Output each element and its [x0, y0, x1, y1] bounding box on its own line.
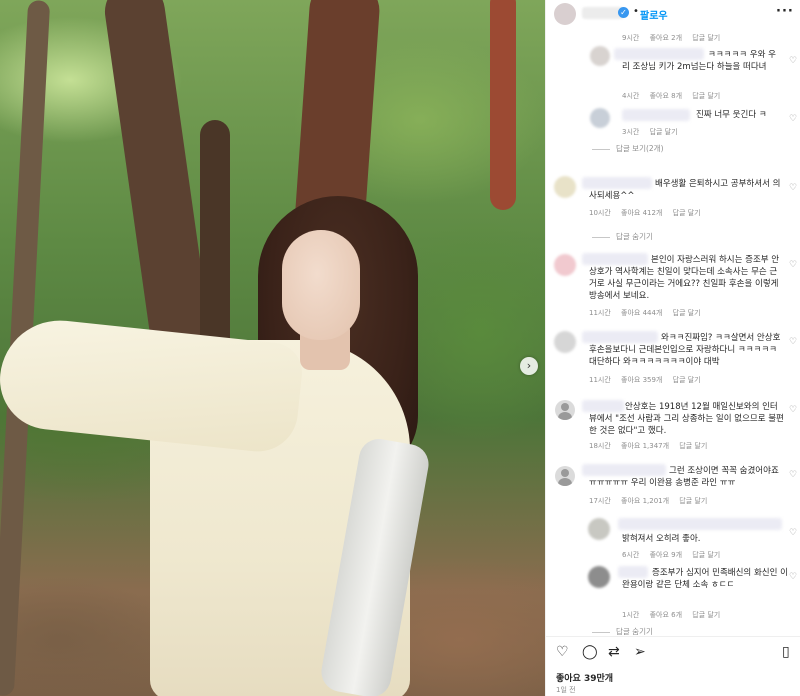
comment-meta: 17시간 좋아요 1,201개 답글 달기 — [589, 496, 715, 506]
comment-likes[interactable]: 좋아요 1,347개 — [621, 442, 669, 450]
reply-button[interactable]: 답글 달기 — [679, 442, 707, 450]
comment-icon[interactable]: ◯ — [582, 644, 598, 660]
comment-time: 11시간 — [589, 309, 611, 317]
verified-badge-icon: ✓ — [618, 7, 629, 18]
comment-text: 그런 조상이면 꼭꼭 숨겼어야죠 ㅠㅠㅠㅠㅠ 우리 이완용 송병준 라인 ㅠㅠ — [589, 466, 779, 488]
commenter-avatar[interactable] — [588, 518, 610, 540]
comment-meta: 6시간 좋아요 9개 답글 달기 — [622, 550, 728, 560]
face — [282, 230, 360, 340]
post-header: ✓ • 팔로우 ··· — [546, 0, 800, 28]
comment-meta: 9시간 좋아요 2개 답글 달기 — [622, 33, 728, 43]
like-comment-heart-icon[interactable]: ♡ — [789, 337, 797, 347]
like-comment-heart-icon[interactable]: ♡ — [789, 572, 797, 582]
reply-button[interactable]: 답글 달기 — [673, 209, 701, 217]
follow-button[interactable]: 팔로우 — [640, 7, 668, 22]
comment-text: 안상호는 1918년 12월 매일신보와의 인터뷰에서 "조선 사람과 그리 상… — [589, 402, 784, 436]
default-avatar-icon[interactable] — [555, 466, 575, 486]
reply-button[interactable]: 답글 달기 — [692, 551, 720, 559]
repost-icon[interactable]: ⇄ — [608, 644, 620, 660]
reply-button[interactable]: 답글 달기 — [692, 611, 720, 619]
comment-time: 17시간 — [589, 497, 611, 505]
comment-likes[interactable]: 좋아요 412개 — [621, 209, 662, 217]
comment-likes[interactable]: 좋아요 6개 — [650, 611, 682, 619]
comment-likes[interactable]: 좋아요 2개 — [650, 34, 682, 42]
comments-panel: ✓ • 팔로우 ··· 9시간 좋아요 2개 답글 달기 ㅋㅋㅋㅋㅋ 우와 우리… — [545, 0, 800, 696]
post-photo[interactable]: › — [0, 0, 545, 696]
share-icon[interactable]: ➢ — [634, 644, 646, 660]
comment-likes[interactable]: 좋아요 1,201개 — [621, 497, 669, 505]
like-comment-heart-icon[interactable]: ♡ — [789, 260, 797, 270]
next-image-chevron-icon[interactable]: › — [520, 357, 538, 375]
comment-text: 증조부가 심지어 민족배신의 화신인 이완용이랑 같은 단체 소속 ㅎㄷㄷ — [622, 568, 788, 590]
commenter-avatar[interactable] — [554, 254, 576, 276]
commenter-avatar[interactable] — [588, 566, 610, 588]
comment-likes[interactable]: 좋아요 8개 — [650, 92, 682, 100]
default-avatar-icon[interactable] — [555, 400, 575, 420]
commenter-avatar[interactable] — [554, 176, 576, 198]
comment-meta: 4시간 좋아요 8개 답글 달기 — [622, 91, 728, 101]
reply-button[interactable]: 답글 달기 — [692, 92, 720, 100]
reply-button[interactable]: 답글 달기 — [692, 34, 720, 42]
comment-time: 18시간 — [589, 442, 611, 450]
like-comment-heart-icon[interactable]: ♡ — [789, 114, 797, 124]
tree-trunk — [490, 0, 516, 210]
comment-time: 10시간 — [589, 209, 611, 217]
like-count[interactable]: 좋아요 39만개 — [556, 671, 613, 684]
comment-time: 1시간 — [622, 611, 640, 619]
comment-likes[interactable]: 좋아요 444개 — [621, 309, 662, 317]
comment-text: 와ㅋㅋ진짜임? ㅋㅋ살면서 안상호 후손을보다니 근데본인입으로 자랑하다니 ㅋ… — [589, 333, 781, 367]
like-comment-heart-icon[interactable]: ♡ — [789, 470, 797, 480]
like-comment-heart-icon[interactable]: ♡ — [789, 56, 797, 66]
post-actions-bar: ♡ ◯ ⇄ ➢ ▯ 좋아요 39만개 1일 전 — [546, 636, 800, 696]
comment-text: 본인이 자랑스러워 하시는 증조부 안상호가 역사학계는 친일이 맞다는데 소속… — [589, 255, 780, 301]
comment-meta: 11시간 좋아요 359개 답글 달기 — [589, 375, 709, 385]
comment-text: ㅋㅋㅋㅋㅋ 우와 우리 조상님 키가 2m넘는다 하늘을 떠다녀 — [622, 50, 776, 72]
comment-meta: 1시간 좋아요 6개 답글 달기 — [622, 610, 728, 620]
hide-replies-link[interactable]: 답글 숨기기 — [592, 231, 653, 242]
heart-icon[interactable]: ♡ — [556, 644, 569, 660]
comment-time: 3시간 — [622, 128, 640, 136]
like-comment-heart-icon[interactable]: ♡ — [789, 528, 797, 538]
comment-text: 진짜 너무 웃긴다 ㅋ — [696, 110, 767, 120]
comment-text: 배우생활 은퇴하시고 공부하셔서 의사되세용^^ — [589, 179, 781, 201]
comment-time: 4시간 — [622, 92, 640, 100]
like-comment-heart-icon[interactable]: ♡ — [789, 405, 797, 415]
comment-time: 9시간 — [622, 34, 640, 42]
post-time: 1일 전 — [556, 686, 576, 694]
like-comment-heart-icon[interactable]: ♡ — [789, 183, 797, 193]
comment-time: 11시간 — [589, 376, 611, 384]
reply-button[interactable]: 답글 달기 — [650, 128, 678, 136]
commenter-avatar[interactable] — [554, 331, 576, 353]
comment-meta: 18시간 좋아요 1,347개 답글 달기 — [589, 441, 715, 451]
reply-button[interactable]: 답글 달기 — [673, 309, 701, 317]
comment-meta: 11시간 좋아요 444개 답글 달기 — [589, 308, 709, 318]
more-options-icon[interactable]: ··· — [776, 4, 794, 19]
reply-button[interactable]: 답글 달기 — [679, 497, 707, 505]
comment-meta: 10시간 좋아요 412개 답글 달기 — [589, 208, 709, 218]
commenter-avatar[interactable] — [590, 46, 610, 66]
comment-meta: 3시간 답글 달기 — [622, 127, 686, 137]
commenter-username-blurred[interactable] — [618, 518, 782, 530]
comment-likes[interactable]: 좋아요 9개 — [650, 551, 682, 559]
view-replies-link[interactable]: 답글 보기(2개) — [592, 143, 664, 154]
commenter-avatar[interactable] — [590, 108, 610, 128]
save-icon[interactable]: ▯ — [782, 644, 790, 660]
comment-text: 밝혀져서 오히려 좋아. — [622, 534, 701, 544]
commenter-username-blurred[interactable] — [622, 109, 690, 121]
comment-time: 6시간 — [622, 551, 640, 559]
separator-dot: • — [633, 6, 639, 17]
comment-likes[interactable]: 좋아요 359개 — [621, 376, 662, 384]
author-avatar[interactable] — [554, 3, 576, 25]
reply-button[interactable]: 답글 달기 — [673, 376, 701, 384]
